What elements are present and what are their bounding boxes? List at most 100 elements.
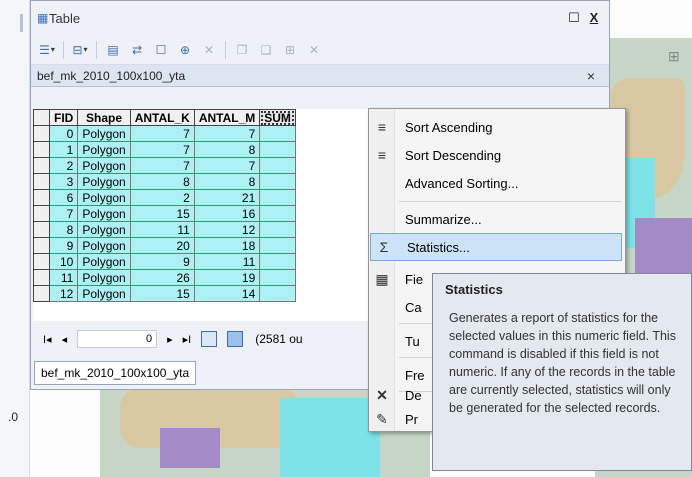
table-cell[interactable]: 14: [193, 285, 261, 302]
menu-item-summarize[interactable]: Summarize...: [369, 205, 625, 233]
table-cell[interactable]: 15: [129, 205, 195, 222]
table-row[interactable]: 10 Polygon 9 11: [33, 253, 296, 270]
table-cell[interactable]: 3: [48, 173, 79, 190]
table-cell[interactable]: [259, 157, 296, 174]
table-row[interactable]: 12 Polygon 15 14: [33, 285, 296, 302]
table-cell[interactable]: Polygon: [77, 205, 131, 222]
table-cell[interactable]: Polygon: [77, 221, 131, 238]
table-cell[interactable]: [259, 253, 296, 270]
table-cell[interactable]: Polygon: [77, 189, 131, 206]
table-row[interactable]: 2 Polygon 7 7: [33, 157, 296, 174]
table-cell[interactable]: 26: [129, 269, 195, 286]
table-cell[interactable]: Polygon: [77, 285, 131, 302]
table-cell[interactable]: 8: [193, 173, 261, 190]
table-cell[interactable]: 10: [48, 253, 79, 270]
row-selector[interactable]: [33, 157, 50, 174]
table-cell[interactable]: 7: [129, 141, 195, 158]
table-row[interactable]: 7 Polygon 15 16: [33, 205, 296, 222]
switch-selection-icon[interactable]: ⇄: [127, 40, 147, 60]
table-cell[interactable]: 6: [48, 189, 79, 206]
table-cell[interactable]: [259, 125, 296, 142]
table-cell[interactable]: 0: [48, 125, 79, 142]
table-cell[interactable]: [259, 189, 296, 206]
row-selector[interactable]: [33, 189, 50, 206]
table-cell[interactable]: 12: [48, 285, 79, 302]
row-selector[interactable]: [33, 141, 50, 158]
attribute-grid[interactable]: FID Shape ANTAL_K ANTAL_M SUM 0 Polygon 7 7…: [33, 109, 388, 321]
table-cell[interactable]: [259, 269, 296, 286]
table-cell[interactable]: [259, 221, 296, 238]
menu-item-advanced-sorting[interactable]: Advanced Sorting...: [369, 169, 625, 197]
table-cell[interactable]: 8: [48, 221, 79, 238]
row-selector[interactable]: [33, 125, 50, 142]
select-by-attributes-icon[interactable]: ▤: [103, 40, 123, 60]
table-row[interactable]: 6 Polygon 2 21: [33, 189, 296, 206]
column-header-shape[interactable]: Shape: [77, 109, 131, 126]
table-cell[interactable]: Polygon: [77, 269, 131, 286]
table-cell[interactable]: 16: [193, 205, 261, 222]
table-cell[interactable]: Polygon: [77, 157, 131, 174]
previous-record-button[interactable]: ◂: [62, 333, 68, 346]
row-selector[interactable]: [33, 237, 50, 254]
show-all-records-icon[interactable]: [201, 331, 218, 347]
close-button[interactable]: X: [587, 10, 601, 26]
table-cell[interactable]: [259, 285, 296, 302]
table-cell[interactable]: 19: [193, 269, 261, 286]
table-cell[interactable]: Polygon: [77, 253, 131, 270]
table-cell[interactable]: 2: [48, 157, 79, 174]
table-cell[interactable]: 18: [193, 237, 261, 254]
row-selector[interactable]: [33, 269, 50, 286]
table-cell[interactable]: 11: [48, 269, 79, 286]
show-selected-records-icon[interactable]: [227, 331, 244, 347]
table-cell[interactable]: 11: [193, 253, 261, 270]
table-cell[interactable]: [259, 141, 296, 158]
row-selector[interactable]: [33, 173, 50, 190]
table-row[interactable]: 9 Polygon 20 18: [33, 237, 296, 254]
remove-icon[interactable]: ✕: [304, 40, 324, 60]
table-cell[interactable]: 7: [193, 157, 261, 174]
table-cell[interactable]: 9: [48, 237, 79, 254]
table-row[interactable]: 8 Polygon 11 12: [33, 221, 296, 238]
table-cell[interactable]: 21: [193, 189, 261, 206]
table-cell[interactable]: 7: [48, 205, 79, 222]
row-selector[interactable]: [33, 221, 50, 238]
row-selector[interactable]: [33, 285, 50, 302]
delete-selected-icon[interactable]: ✕: [199, 40, 219, 60]
record-number-input[interactable]: 0: [77, 330, 158, 348]
table-cell[interactable]: Polygon: [77, 125, 131, 142]
copy-icon[interactable]: ❐: [232, 40, 252, 60]
table-cell[interactable]: Polygon: [77, 237, 131, 254]
table-cell[interactable]: 12: [193, 221, 261, 238]
table-row[interactable]: 3 Polygon 8 8: [33, 173, 296, 190]
menu-item-statistics[interactable]: Σ Statistics...: [370, 233, 622, 261]
table-bottom-tab[interactable]: bef_mk_2010_100x100_yta: [34, 361, 197, 385]
table-cell[interactable]: 9: [129, 253, 195, 270]
table-cell[interactable]: 20: [129, 237, 195, 254]
table-options-icon[interactable]: ☰ ▾: [37, 40, 57, 60]
table-row[interactable]: 0 Polygon 7 7: [33, 125, 296, 142]
table-cell[interactable]: 1: [48, 141, 79, 158]
table-cell[interactable]: Polygon: [77, 173, 131, 190]
row-selector[interactable]: [33, 205, 50, 222]
table-cell[interactable]: [259, 237, 296, 254]
table-cell[interactable]: 2: [129, 189, 195, 206]
add-field-icon[interactable]: ⊞: [280, 40, 300, 60]
column-header-antal-m[interactable]: ANTAL_M: [193, 109, 261, 126]
last-record-button[interactable]: ▸I: [183, 333, 192, 346]
next-record-button[interactable]: ▸: [167, 333, 173, 346]
table-cell[interactable]: 8: [193, 141, 261, 158]
table-cell[interactable]: [259, 173, 296, 190]
zoom-to-selected-icon[interactable]: ⊕: [175, 40, 195, 60]
first-record-button[interactable]: I◂: [43, 333, 52, 346]
column-header-sum[interactable]: SUM: [259, 109, 296, 126]
table-cell[interactable]: [259, 205, 296, 222]
row-selector[interactable]: [33, 253, 50, 270]
table-cell[interactable]: Polygon: [77, 141, 131, 158]
tab-close-button[interactable]: ×: [587, 68, 595, 84]
table-cell[interactable]: 7: [193, 125, 261, 142]
table-cell[interactable]: 11: [129, 221, 195, 238]
column-header-fid[interactable]: FID: [48, 109, 79, 126]
clear-selection-icon[interactable]: ☐: [151, 40, 171, 60]
column-header-antal-k[interactable]: ANTAL_K: [129, 109, 195, 126]
table-row[interactable]: 11 Polygon 26 19: [33, 269, 296, 286]
